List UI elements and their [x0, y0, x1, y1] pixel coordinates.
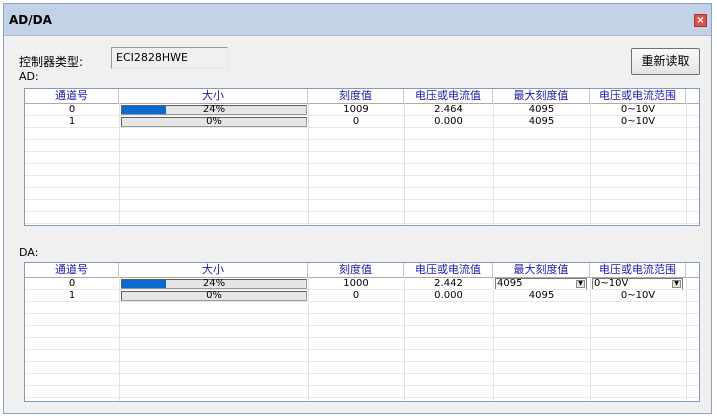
range-select-value: 0~10V — [594, 278, 629, 289]
progress-text: 0% — [206, 116, 222, 127]
column-header-voltage[interactable]: 电压或电流值 — [404, 263, 493, 277]
ad-table-header: 通道号 大小 刻度值 电压或电流值 最大刻度值 电压或电流范围 — [25, 89, 699, 104]
column-header-scale[interactable]: 刻度值 — [308, 89, 404, 103]
da-section-label: DA: — [19, 246, 39, 259]
row-gridline — [25, 223, 699, 224]
ad-section-label: AD: — [19, 70, 39, 83]
title-bar: AD/DA × — [4, 4, 711, 36]
column-header-range[interactable]: 电压或电流范围 — [590, 89, 686, 103]
row-gridline — [25, 301, 699, 302]
row-gridline — [25, 187, 699, 188]
row-gridline — [25, 175, 699, 176]
close-icon[interactable]: × — [694, 14, 707, 27]
window-title: AD/DA — [9, 13, 52, 27]
row-gridline — [25, 361, 699, 362]
column-header-max-scale[interactable]: 最大刻度值 — [493, 89, 590, 103]
controller-type-label: 控制器类型: — [19, 55, 84, 69]
controller-type-field: ECI2828HWE — [111, 47, 228, 69]
da-table[interactable]: 通道号 大小 刻度值 电压或电流值 最大刻度值 电压或电流范围 0 24% 10… — [24, 262, 700, 402]
da-table-header: 通道号 大小 刻度值 电压或电流值 最大刻度值 电压或电流范围 — [25, 263, 699, 278]
row-gridline — [25, 373, 699, 374]
max-scale-select-value: 4095 — [497, 278, 523, 289]
column-header-size[interactable]: 大小 — [119, 89, 308, 103]
size-progress-bar: 0% — [121, 291, 307, 301]
column-header-scale[interactable]: 刻度值 — [308, 263, 404, 277]
progress-text: 24% — [202, 278, 226, 289]
column-header-voltage[interactable]: 电压或电流值 — [404, 89, 493, 103]
row-gridline — [25, 349, 699, 350]
column-header-max-scale[interactable]: 最大刻度值 — [493, 263, 590, 277]
column-header-channel[interactable]: 通道号 — [25, 89, 119, 103]
chevron-down-icon[interactable]: ▼ — [672, 280, 681, 288]
row-gridline — [25, 397, 699, 398]
reload-button[interactable]: 重新读取 — [631, 48, 700, 75]
ad-table[interactable]: 通道号 大小 刻度值 电压或电流值 最大刻度值 电压或电流范围 0 24% 10… — [24, 88, 700, 226]
row-gridline — [25, 211, 699, 212]
column-header-size[interactable]: 大小 — [119, 263, 308, 277]
chevron-down-icon[interactable]: ▼ — [576, 280, 585, 288]
row-gridline — [25, 337, 699, 338]
progress-text: 24% — [202, 104, 226, 115]
row-gridline — [25, 325, 699, 326]
row-gridline — [25, 115, 699, 116]
row-gridline — [25, 151, 699, 152]
size-progress-bar: 0% — [121, 117, 307, 127]
column-header-channel[interactable]: 通道号 — [25, 263, 119, 277]
size-progress-bar: 24% — [121, 279, 307, 289]
column-header-range[interactable]: 电压或电流范围 — [590, 263, 686, 277]
row-gridline — [25, 139, 699, 140]
progress-text: 0% — [206, 290, 222, 301]
ad-da-window: AD/DA × 控制器类型: ECI2828HWE 重新读取 AD: 通道号 大… — [3, 3, 712, 414]
row-gridline — [25, 289, 699, 290]
row-gridline — [25, 127, 699, 128]
row-gridline — [25, 163, 699, 164]
size-progress-bar: 24% — [121, 105, 307, 115]
row-gridline — [25, 313, 699, 314]
row-gridline — [25, 199, 699, 200]
row-gridline — [25, 385, 699, 386]
